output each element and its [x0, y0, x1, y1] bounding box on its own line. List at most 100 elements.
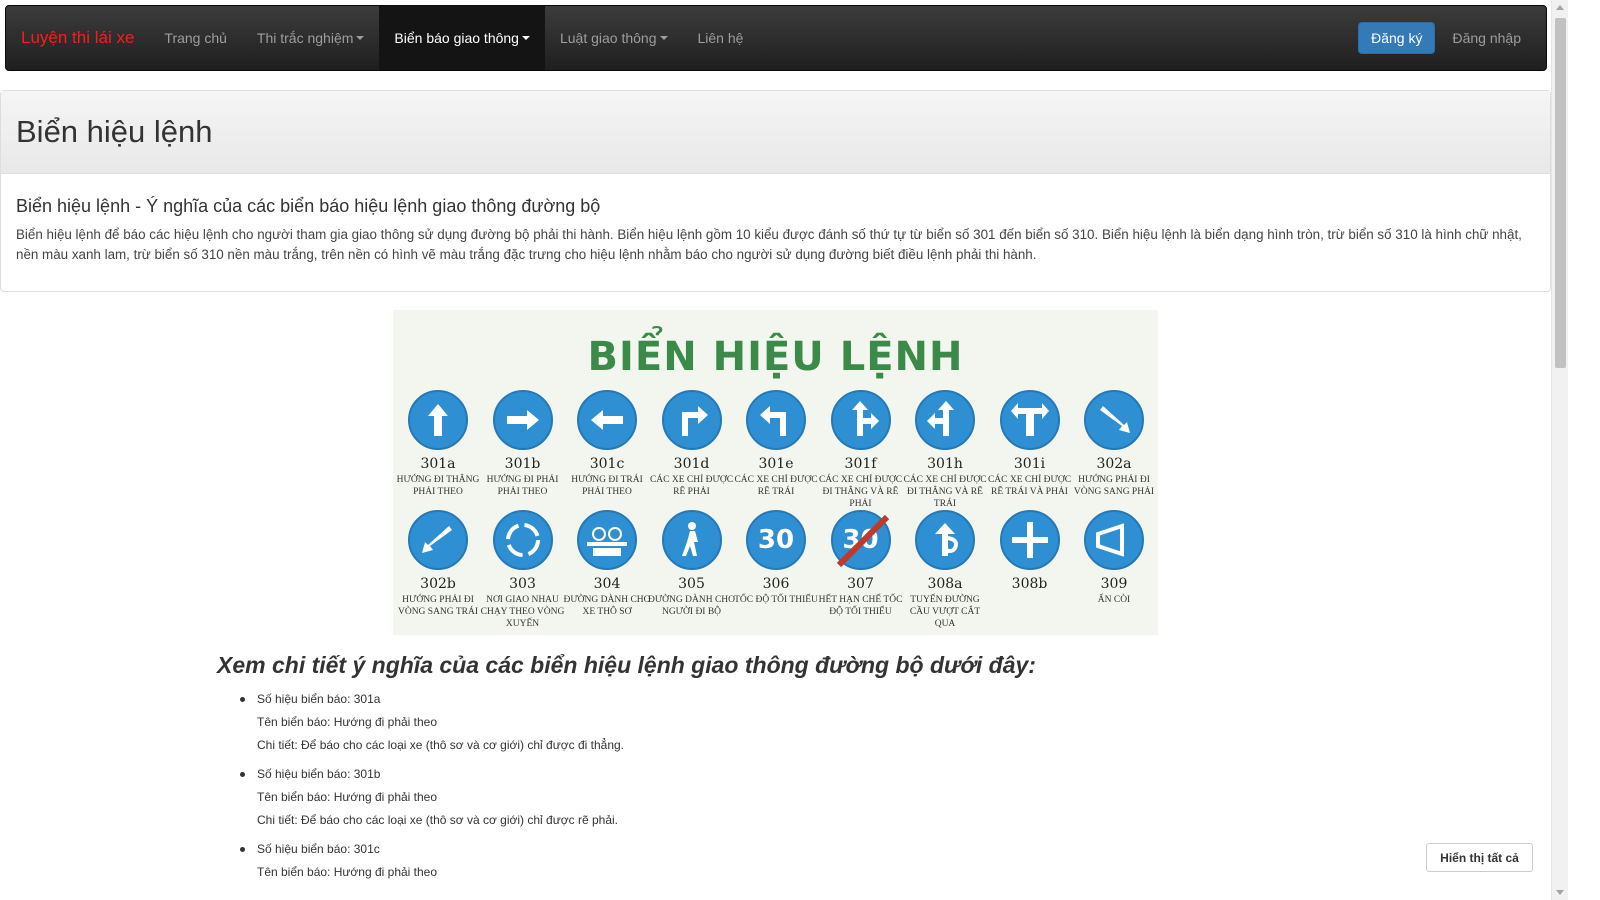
- sign-description: Đường dành cho người đi bộ: [647, 595, 736, 617]
- list-item: Số hiệu biển báo: 301c Tên biển báo: Hướ…: [240, 840, 624, 886]
- sign-description: Hướng phải đi vòng sang phải: [1073, 475, 1155, 497]
- nav-item-label: Luật giao thông: [559, 30, 657, 46]
- login-link[interactable]: Đăng nhập: [1440, 30, 1546, 46]
- sign-description: Các xe chỉ được rẽ trái và phải: [987, 475, 1072, 497]
- sign-description: Hướng đi thẳng phải theo: [396, 475, 480, 497]
- sign-301d: 301d Các xe chỉ được rẽ phải: [647, 390, 737, 498]
- horn-icon: [1084, 510, 1144, 570]
- turn-left-icon: [746, 390, 806, 450]
- sign-description: Các xe chỉ được rẽ trái: [734, 475, 818, 497]
- image-title: BIỂN HIỆU LỆNH: [587, 334, 964, 380]
- nav-item-home[interactable]: Trang chủ: [149, 6, 242, 70]
- sign-code: 301i: [1013, 456, 1046, 472]
- sign-description: Các xe chỉ được đi thẳng và rẽ phải: [818, 475, 903, 509]
- overpass-icon: [915, 510, 975, 570]
- sign-code: 307: [847, 576, 874, 592]
- sign-name: Tên biển báo: Hướng đi phải theo: [257, 715, 438, 729]
- sign-description: Các xe chỉ được đi thẳng và rẽ trái: [903, 475, 987, 509]
- arrow-up-icon: [408, 390, 468, 450]
- sign-description: Nơi giao nhau chạy theo vòng xuyến: [480, 595, 565, 629]
- sign-name: Tên biển báo: Hướng đi phải theo: [257, 790, 438, 804]
- sign-304: 304 Đường dành cho xe thô sơ: [562, 510, 652, 618]
- sign-301f: 301f Các xe chỉ được đi thẳng và rẽ phải: [816, 390, 906, 510]
- sign-description: Hướng phải đi vòng sang trái: [397, 595, 479, 617]
- page-scrollbar[interactable]: [1551, 0, 1568, 900]
- sign-code: 308b: [1011, 576, 1048, 592]
- sign-description: Tốc độ tối thiểu: [734, 595, 818, 605]
- sign-detail: Chi tiết: Để báo cho các loại xe (thô sơ…: [257, 738, 625, 752]
- section-title: Xem chi tiết ý nghĩa của các biển hiệu l…: [217, 652, 1036, 678]
- roundabout-icon: [492, 510, 553, 570]
- navbar: Luyện thi lái xe Trang chủ Thi trắc nghi…: [5, 5, 1547, 71]
- show-all-button[interactable]: Hiển thị tất cả: [1426, 843, 1533, 872]
- sign-code: 304: [593, 576, 621, 592]
- nav-item-label: Thi trắc nghiệm: [256, 30, 354, 46]
- keep-left-icon: [408, 510, 468, 570]
- sign-302b: 302b Hướng phải đi vòng sang trái: [393, 510, 483, 618]
- sign-number: Số hiệu biển báo: 301a: [257, 692, 381, 706]
- sign-code: 301d: [673, 456, 710, 472]
- sign-number: Số hiệu biển báo: 301b: [257, 767, 381, 781]
- sign-code: 303: [509, 576, 536, 592]
- panel-description: Biển hiệu lệnh để báo các hiệu lệnh cho …: [16, 227, 1522, 262]
- nav-item-label: Biển báo giao thông: [394, 30, 519, 46]
- scroll-down-icon[interactable]: [1556, 890, 1564, 895]
- sign-description: Ấn còi: [1097, 595, 1131, 605]
- arrow-right-icon: [492, 390, 553, 450]
- scroll-thumb[interactable]: [1555, 18, 1566, 368]
- arrow-left-icon: [577, 390, 637, 450]
- sign-description: Tuyến đường cầu vượt cắt qua: [909, 595, 981, 629]
- sign-detail: Chi tiết: Để báo cho các loại xe (thô sơ…: [257, 813, 618, 827]
- scroll-up-icon[interactable]: [1556, 5, 1564, 10]
- sign-number: Số hiệu biển báo: 301c: [257, 842, 380, 856]
- sign-code: 306: [762, 576, 790, 592]
- sign-303: 303 Nơi giao nhau chạy theo vòng xuyến: [478, 510, 568, 630]
- brand-link[interactable]: Luyện thi lái xe: [6, 6, 149, 70]
- sign-code: 309: [1100, 576, 1128, 592]
- sign-305: 305 Đường dành cho người đi bộ: [647, 510, 737, 618]
- sign-name: Tên biển báo: Hướng đi phải theo: [257, 865, 438, 879]
- sign-description: Hướng đi trái phải theo: [571, 475, 643, 497]
- straight-left-icon: [915, 390, 975, 450]
- panel-subtitle: Biển hiệu lệnh - Ý nghĩa của các biển bá…: [16, 196, 601, 216]
- sign-code: 308a: [927, 576, 963, 592]
- sign-309: 309 Ấn còi: [1069, 510, 1159, 606]
- sign-code: 301f: [844, 456, 877, 472]
- speed-value: 30: [757, 525, 795, 555]
- sign-code: 305: [678, 576, 705, 592]
- sign-301a: 301a Hướng đi thẳng phải theo: [393, 390, 483, 498]
- sign-description: Các xe chỉ được rẽ phải: [649, 475, 734, 497]
- sign-code: 301a: [420, 456, 456, 472]
- sign-301b: 301b Hướng đi phải phải theo: [478, 390, 568, 498]
- nav-item-traffic-signs[interactable]: Biển báo giao thông: [379, 6, 545, 70]
- bicycle-icon: [577, 510, 637, 570]
- sign-code: 301h: [927, 456, 963, 472]
- turn-right-icon: [661, 390, 722, 450]
- nav-item-tests[interactable]: Thi trắc nghiệm: [242, 6, 379, 70]
- keep-right-icon: [1084, 390, 1144, 450]
- nav-item-contact[interactable]: Liên hệ: [683, 6, 759, 70]
- sign-code: 302b: [420, 576, 456, 592]
- caret-down-icon: [521, 36, 530, 40]
- panel-heading: Biển hiệu lệnh: [1, 91, 1550, 174]
- sign-code: 301e: [758, 456, 794, 472]
- overpass-b-icon: [999, 510, 1060, 570]
- page-title: Biển hiệu lệnh: [16, 114, 213, 149]
- sign-detail-list: Số hiệu biển báo: 301a Tên biển báo: Hướ…: [240, 690, 624, 892]
- register-button[interactable]: Đăng ký: [1358, 22, 1436, 54]
- command-signs-image: BIỂN HIỆU LỆNH 301a Hướng đi thẳng phải t…: [393, 310, 1158, 635]
- nav-item-label: Trang chủ: [164, 30, 227, 46]
- sign-302a: 302a Hướng phải đi vòng sang phải: [1069, 390, 1159, 498]
- sign-308a: 308a Tuyến đường cầu vượt cắt qua: [900, 510, 990, 630]
- sign-306: 30 306 Tốc độ tối thiểu: [731, 510, 821, 606]
- sign-301c: 301c Hướng đi trái phải theo: [562, 390, 652, 498]
- sign-308b: 308b: [985, 510, 1075, 594]
- sign-description: Hết hạn chế tốc độ tối thiểu: [818, 595, 903, 617]
- list-item: Số hiệu biển báo: 301a Tên biển báo: Hướ…: [240, 690, 624, 759]
- intro-panel: Biển hiệu lệnh Biển hiệu lệnh - Ý nghĩa …: [0, 90, 1551, 292]
- sign-301i: 301i Các xe chỉ được rẽ trái và phải: [985, 390, 1075, 498]
- list-item: Số hiệu biển báo: 301b Tên biển báo: Hướ…: [240, 765, 624, 834]
- sign-307: 30 307 Hết hạn chế tốc độ tối thiểu: [816, 510, 906, 618]
- sign-code: 301b: [504, 456, 541, 472]
- nav-item-traffic-law[interactable]: Luật giao thông: [545, 6, 683, 70]
